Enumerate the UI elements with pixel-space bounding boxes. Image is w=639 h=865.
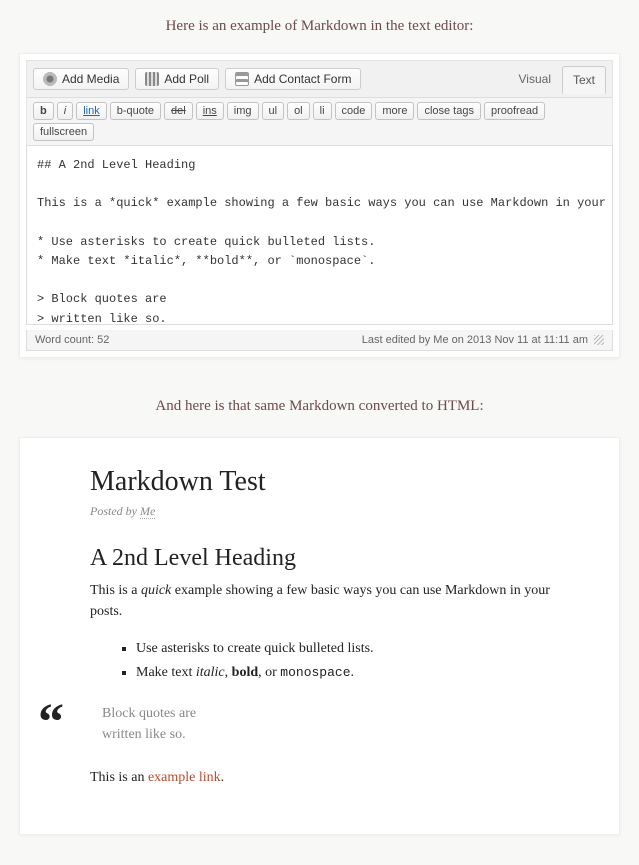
- media-icon: [43, 72, 57, 86]
- qt-proofread-button[interactable]: proofread: [484, 102, 545, 120]
- list-item: Make text italic, bold, or monospace.: [136, 662, 569, 683]
- resize-grip-icon[interactable]: [594, 335, 604, 345]
- p1-text-a: This is a: [90, 583, 141, 598]
- rendered-paragraph-2: This is an example link.: [90, 767, 569, 788]
- li2-code: monospace: [280, 665, 350, 680]
- add-poll-label: Add Poll: [164, 72, 209, 86]
- li2-em: italic: [196, 665, 225, 680]
- intro-text-1: Here is an example of Markdown in the te…: [5, 18, 634, 35]
- list-item: Use asterisks to create quick bulleted l…: [136, 638, 569, 659]
- media-toolbar: Add Media Add Poll Add Contact Form Visu…: [27, 61, 612, 97]
- p2-text-b: .: [221, 770, 225, 785]
- qt-ins-button[interactable]: ins: [196, 102, 224, 120]
- li2-text-c: , or: [258, 665, 280, 680]
- example-link[interactable]: example link: [148, 770, 221, 785]
- blockquote: “ Block quotes are written like so.: [90, 703, 569, 747]
- qt-close-tags-button[interactable]: close tags: [417, 102, 481, 120]
- li2-text-a: Make text: [136, 665, 196, 680]
- qt-bquote-button[interactable]: b-quote: [110, 102, 161, 120]
- post-meta-prefix: Posted by: [90, 504, 140, 518]
- tab-visual[interactable]: Visual: [508, 65, 562, 93]
- tab-text[interactable]: Text: [562, 66, 606, 94]
- rendered-panel: Markdown Test Posted by Me A 2nd Level H…: [19, 437, 620, 835]
- p2-text-a: This is an: [90, 770, 148, 785]
- intro-text-2: And here is that same Markdown converted…: [5, 398, 634, 415]
- qt-li-button[interactable]: li: [313, 102, 332, 120]
- li2-strong: bold: [232, 665, 258, 680]
- add-poll-button[interactable]: Add Poll: [135, 68, 219, 90]
- rendered-paragraph-1: This is a quick example showing a few ba…: [90, 580, 569, 622]
- qt-code-button[interactable]: code: [335, 102, 373, 120]
- editor-status-bar: Word count: 52 Last edited by Me on 2013…: [26, 330, 613, 351]
- qt-link-button[interactable]: link: [76, 102, 107, 120]
- add-media-label: Add Media: [62, 72, 119, 86]
- poll-icon: [145, 72, 159, 86]
- post-meta: Posted by Me: [90, 504, 569, 519]
- word-count: Word count: 52: [35, 334, 109, 346]
- rendered-h2: A 2nd Level Heading: [90, 545, 569, 572]
- p1-em: quick: [141, 583, 171, 598]
- rendered-list: Use asterisks to create quick bulleted l…: [90, 638, 569, 683]
- add-media-button[interactable]: Add Media: [33, 68, 129, 90]
- quicktags-toolbar: b i link b-quote del ins img ul ol li co…: [27, 97, 612, 145]
- qt-bold-button[interactable]: b: [33, 102, 54, 120]
- qt-italic-button[interactable]: i: [57, 102, 73, 120]
- last-edited: Last edited by Me on 2013 Nov 11 at 11:1…: [362, 334, 588, 346]
- view-tabs: Visual Text: [508, 65, 606, 93]
- form-icon: [235, 72, 249, 86]
- qt-del-button[interactable]: del: [164, 102, 193, 120]
- bq-line-2: written like so.: [102, 724, 569, 745]
- rendered-content: A 2nd Level Heading This is a quick exam…: [90, 545, 569, 788]
- editor-panel: Add Media Add Poll Add Contact Form Visu…: [19, 53, 620, 358]
- li2-text-d: .: [351, 665, 355, 680]
- qt-ul-button[interactable]: ul: [262, 102, 285, 120]
- qt-fullscreen-button[interactable]: fullscreen: [33, 123, 94, 141]
- editor-textarea[interactable]: [26, 145, 613, 325]
- quote-mark-icon: “: [38, 697, 64, 749]
- qt-more-button[interactable]: more: [375, 102, 414, 120]
- add-contact-form-label: Add Contact Form: [254, 72, 351, 86]
- qt-img-button[interactable]: img: [227, 102, 259, 120]
- post-title: Markdown Test: [90, 466, 569, 498]
- post-author-link[interactable]: Me: [140, 504, 155, 519]
- bq-line-1: Block quotes are: [102, 703, 569, 724]
- add-contact-form-button[interactable]: Add Contact Form: [225, 68, 361, 90]
- qt-ol-button[interactable]: ol: [287, 102, 310, 120]
- li2-text-b: ,: [225, 665, 232, 680]
